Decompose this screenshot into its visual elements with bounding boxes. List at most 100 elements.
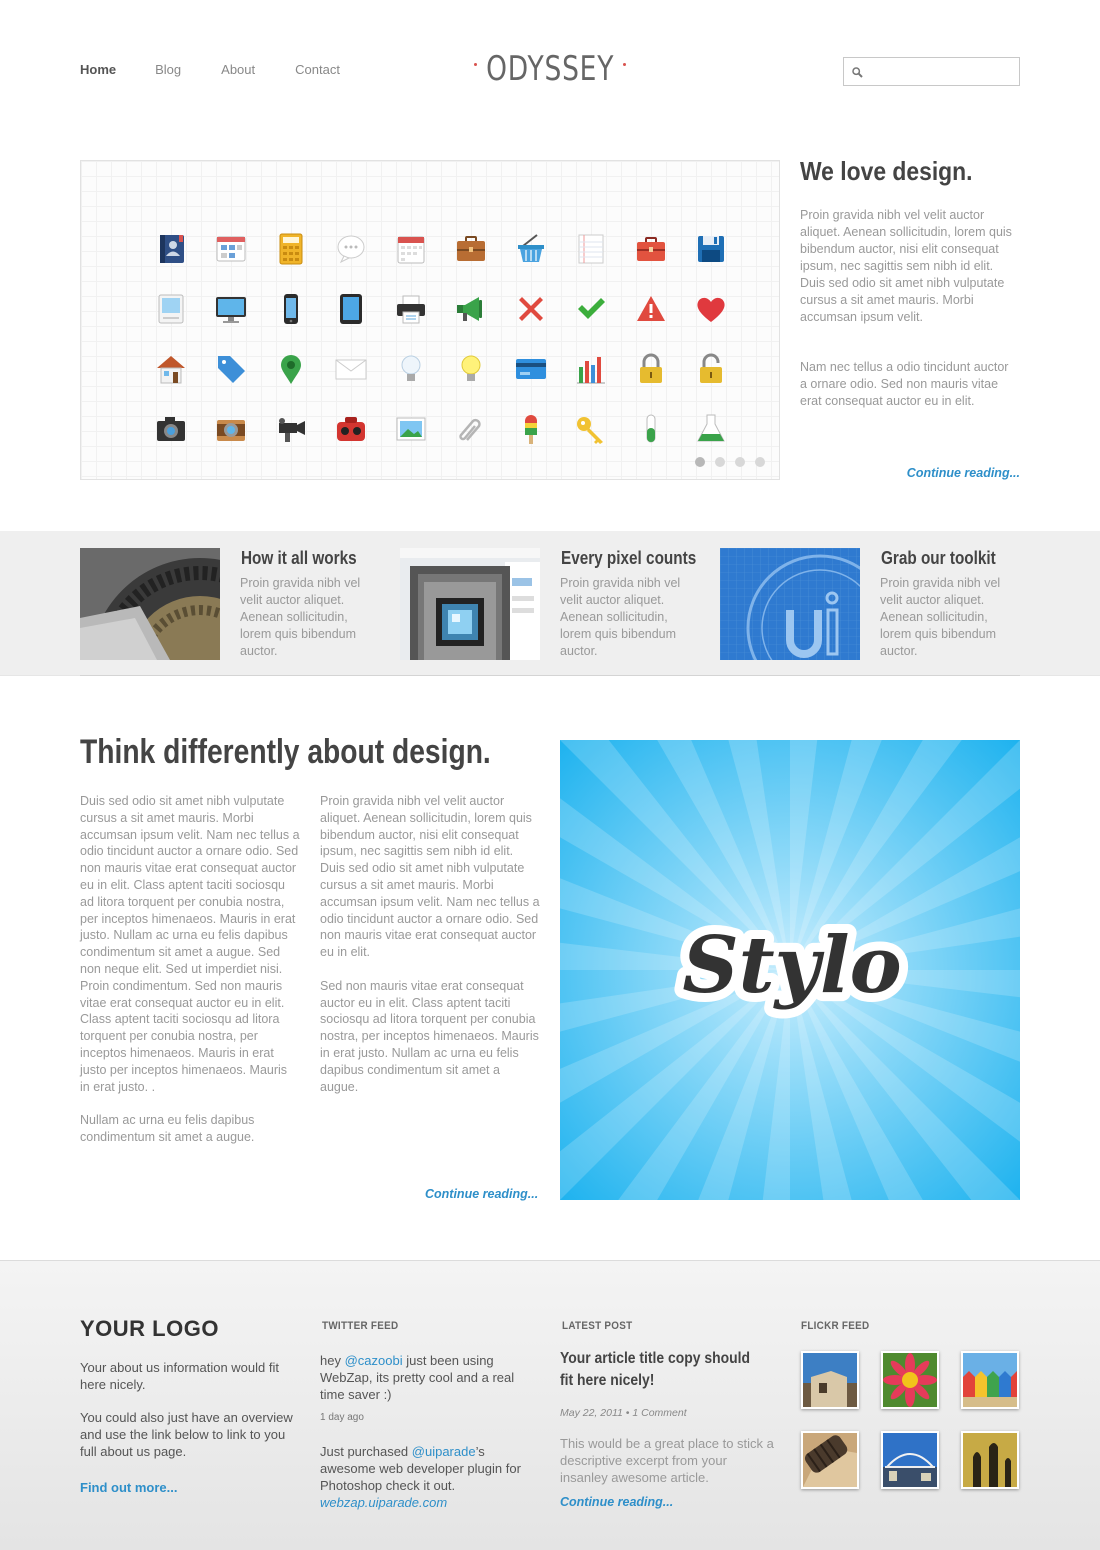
warning-icon — [621, 279, 681, 339]
briefcase-icon — [441, 219, 501, 279]
notepad-icon — [561, 219, 621, 279]
tag-icon — [201, 339, 261, 399]
picture-icon — [381, 399, 441, 459]
megaphone-icon — [441, 279, 501, 339]
intro-continue-link[interactable]: Continue reading... — [907, 466, 1020, 480]
slider-dot-4[interactable] — [755, 457, 765, 467]
floppy-disk-icon — [681, 219, 741, 279]
latest-post-excerpt: This would be a great place to stick a d… — [560, 1436, 774, 1485]
phone-icon — [261, 279, 321, 339]
tweet-url-link[interactable]: webzap.uiparade.com — [320, 1495, 447, 1510]
viewmaster-icon — [321, 399, 381, 459]
tweet-1: hey @cazoobi just been using WebZap, its… — [320, 1352, 535, 1403]
calendar-icon — [381, 219, 441, 279]
footer-logo: YOUR LOGO — [80, 1316, 219, 1341]
article-paragraph: Nullam ac urna eu felis dapibus condimen… — [80, 1113, 255, 1144]
ice-lolly-icon — [501, 399, 561, 459]
search-box[interactable] — [843, 57, 1020, 86]
pixel-camera-thumb[interactable] — [400, 548, 540, 660]
cross-icon — [501, 279, 561, 339]
computer-classic-icon — [141, 279, 201, 339]
article-column-2: Proin gravida nibh vel velit auctor aliq… — [320, 793, 540, 1112]
latest-post-title[interactable]: Your article title copy should fit here … — [560, 1348, 751, 1392]
key-icon — [561, 399, 621, 459]
footer-about-text: Your about us information would fit here… — [80, 1360, 279, 1392]
stylo-wordmark: Stylo Stylo — [673, 911, 910, 1020]
flickr-heading: FLICKR FEED — [801, 1320, 870, 1332]
latest-post-continue-link[interactable]: Continue reading... — [560, 1495, 673, 1509]
checkmark-icon — [561, 279, 621, 339]
nav-home[interactable]: Home — [80, 62, 116, 77]
stylo-text: Stylo — [682, 920, 901, 1011]
main-nav: Home Blog About Contact — [80, 62, 380, 77]
flickr-photo-building[interactable] — [801, 1351, 859, 1409]
article-continue-link[interactable]: Continue reading... — [425, 1187, 538, 1201]
nav-contact[interactable]: Contact — [295, 62, 340, 77]
slider-dot-2[interactable] — [715, 457, 725, 467]
feature-title: Every pixel counts — [561, 548, 697, 568]
feature-title: How it all works — [241, 548, 357, 568]
search-input[interactable] — [868, 61, 1016, 82]
tweet-text: hey — [320, 1353, 345, 1368]
logo-dot-right — [622, 63, 626, 66]
latest-post-heading: LATEST POST — [562, 1320, 633, 1332]
monitor-icon — [201, 279, 261, 339]
flickr-photo-tyre[interactable] — [801, 1431, 859, 1489]
padlock-open-icon — [681, 339, 741, 399]
feature-title: Grab our toolkit — [881, 548, 996, 568]
lightbulb-on-icon — [441, 339, 501, 399]
tweet-text: Just purchased — [320, 1444, 412, 1459]
article-paragraph: Duis sed odio sit amet nibh vulputate cu… — [80, 794, 300, 1094]
feature-toolkit: Grab our toolkit Proin gravida nibh vel … — [720, 548, 1020, 660]
search-icon — [852, 67, 863, 78]
calculator-icon — [261, 219, 321, 279]
footer-about-text: You could also just have an overview and… — [80, 1410, 293, 1459]
find-out-more-link[interactable]: Find out more... — [80, 1479, 300, 1496]
feature-every-pixel: Every pixel counts Proin gravida nibh ve… — [400, 548, 700, 660]
article-paragraph: Proin gravida nibh vel velit auctor aliq… — [320, 794, 540, 960]
feature-text: Proin gravida nibh vel velit auctor aliq… — [880, 576, 1001, 658]
slider-dot-1[interactable] — [695, 457, 705, 467]
icon-showcase-slider[interactable] — [80, 160, 780, 480]
intro-paragraph-2: Nam nec tellus a odio tincidunt auctor a… — [800, 360, 1009, 408]
house-icon — [141, 339, 201, 399]
flickr-photo-flower[interactable] — [881, 1351, 939, 1409]
movie-camera-icon — [261, 399, 321, 459]
nav-blog[interactable]: Blog — [155, 62, 181, 77]
site-logo[interactable]: ODYSSEY — [474, 48, 626, 90]
flickr-photo-beach-huts[interactable] — [961, 1351, 1019, 1409]
padlock-locked-icon — [621, 339, 681, 399]
heart-icon — [681, 279, 741, 339]
nav-about[interactable]: About — [221, 62, 255, 77]
divider — [80, 675, 1020, 676]
printer-icon — [381, 279, 441, 339]
camera-icon — [141, 399, 201, 459]
flickr-photo-bridge[interactable] — [881, 1431, 939, 1489]
article-paragraph: Sed non mauris vitae erat consequat auct… — [320, 978, 539, 1094]
feature-text: Proin gravida nibh vel velit auctor aliq… — [240, 576, 361, 658]
gears-thumb[interactable] — [80, 548, 220, 660]
slider-dot-3[interactable] — [735, 457, 745, 467]
tweet-timestamp: 1 day ago — [320, 1412, 364, 1423]
ui-blueprint-thumb[interactable] — [720, 548, 860, 660]
envelope-icon — [321, 339, 381, 399]
intro-paragraph-1: Proin gravida nibh vel velit auctor aliq… — [800, 208, 1012, 324]
shopping-basket-icon — [501, 219, 561, 279]
logo-dot-left — [474, 63, 478, 66]
stylo-feature-image[interactable]: Stylo Stylo — [560, 740, 1020, 1200]
twitter-heading: TWITTER FEED — [322, 1320, 399, 1332]
address-book-icon — [141, 219, 201, 279]
intro-heading: We love design. — [800, 156, 973, 186]
latest-post-meta: May 22, 2011 • 1 Comment — [560, 1407, 687, 1419]
map-pin-icon — [261, 339, 321, 399]
article-title: Think differently about design. — [80, 733, 491, 771]
feature-text: Proin gravida nibh vel velit auctor aliq… — [560, 576, 681, 658]
speech-bubble-icon — [321, 219, 381, 279]
paperclip-icon — [441, 399, 501, 459]
tweet-handle-link[interactable]: @uiparade — [412, 1444, 476, 1459]
flickr-photo-shadow[interactable] — [961, 1431, 1019, 1489]
credit-card-icon — [501, 339, 561, 399]
tweet-handle-link[interactable]: @cazoobi — [345, 1353, 403, 1368]
slider-pagination — [695, 457, 775, 467]
tweet-2: Just purchased @uiparade’s awesome web d… — [320, 1443, 535, 1511]
